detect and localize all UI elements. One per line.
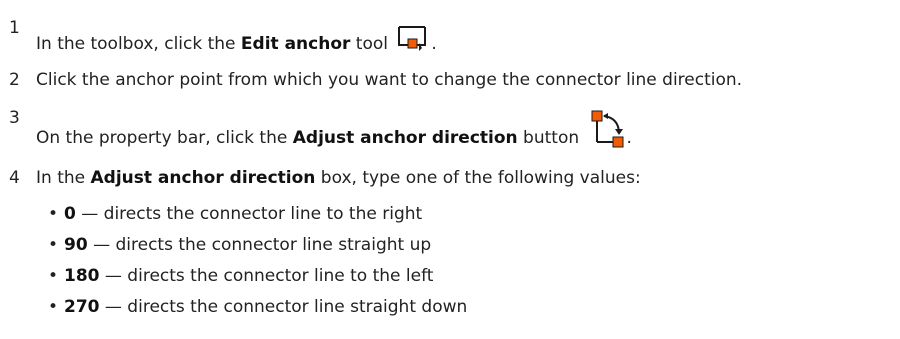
bullet-text: — directs the connector line to the left: [99, 266, 434, 286]
step-text-post: box, type one of the following values:: [315, 168, 641, 188]
step-text-pre: On the property bar, click the: [36, 128, 293, 148]
step-number: 2: [9, 70, 20, 90]
step-text-pre: In the: [36, 168, 91, 188]
step-text-bold: Edit anchor: [240, 34, 351, 54]
bullet-dot: •: [48, 297, 59, 317]
step-number: 1: [9, 18, 20, 38]
edit-anchor-tool-icon: [397, 23, 431, 53]
step-text: In the Adjust anchor direction box, type…: [36, 168, 641, 188]
bullet-text: — directs the connector line straight up: [87, 235, 432, 255]
bullet-text: — directs the connector line straight do…: [99, 297, 468, 317]
step-number: 3: [9, 108, 20, 128]
step-text-post: button: [517, 128, 580, 148]
step-text-bold: Adjust anchor direction: [90, 168, 316, 188]
step-text-bold: Adjust anchor direction: [292, 128, 518, 148]
step-text-pre: In the toolbox, click the: [36, 34, 241, 54]
step-number: 4: [9, 168, 20, 188]
step-text-end: .: [431, 34, 437, 54]
bullet-item: • 90 — directs the connector line straigh…: [48, 235, 431, 255]
bullet-dot: •: [48, 204, 59, 224]
bullet-text: — directs the connector line to the righ…: [75, 204, 423, 224]
bullet-dot: •: [48, 235, 59, 255]
bullet-value: 0: [64, 204, 76, 224]
adjust-anchor-direction-icon: [591, 110, 627, 150]
step-text: Click the anchor point from which you wa…: [36, 70, 743, 90]
bullet-item: • 0 — directs the connector line to the r…: [48, 204, 422, 224]
bullet-value: 180: [64, 266, 100, 286]
bullet-item: • 180 — directs the connector line to the…: [48, 266, 433, 286]
bullet-value: 90: [64, 235, 88, 255]
bullet-value: 270: [64, 297, 100, 317]
step-text-end: .: [626, 128, 632, 148]
step-text: In the toolbox, click the Edit anchor to…: [36, 26, 437, 59]
step-text: On the property bar, click the Adjust an…: [36, 110, 632, 158]
step-text-post: tool: [350, 34, 389, 54]
bullet-dot: •: [48, 266, 59, 286]
bullet-item: • 270 — directs the connector line straig…: [48, 297, 467, 317]
